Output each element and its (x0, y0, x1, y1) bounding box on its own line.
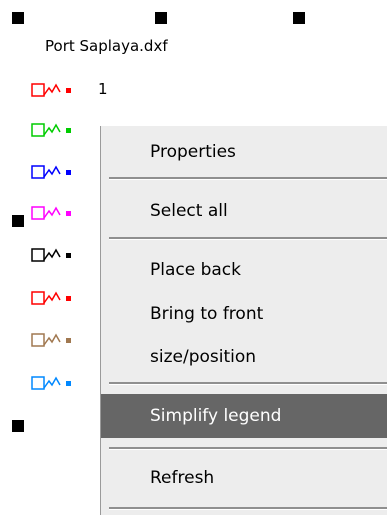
menu-separator (109, 177, 387, 180)
menu-item-place-back[interactable]: Place back (101, 251, 387, 289)
legend-symbol-icon (31, 376, 71, 390)
legend-entry-symbol (31, 245, 83, 265)
legend-symbol-icon (31, 165, 71, 179)
selection-handle-icon[interactable] (12, 420, 24, 432)
menu-separator (109, 237, 387, 240)
legend-title: Port Saplaya.dxf (45, 37, 168, 55)
legend-symbol-icon (31, 206, 71, 220)
context-menu: Properties Select all Place back Bring t… (100, 126, 387, 515)
legend-entry-symbol (31, 203, 83, 223)
selection-handle-icon[interactable] (12, 215, 24, 227)
legend-entry-label: 1 (98, 80, 108, 98)
legend-symbol-icon (31, 291, 71, 305)
legend-symbol-icon (31, 248, 71, 262)
legend-entry-symbol (31, 120, 83, 140)
legend-entry-symbol (31, 373, 83, 393)
menu-separator (109, 382, 387, 385)
menu-item-select-all[interactable]: Select all (101, 192, 387, 230)
menu-separator (109, 507, 387, 510)
menu-item-bring-to-front[interactable]: Bring to front (101, 295, 387, 333)
legend-symbol-icon (31, 333, 71, 347)
selection-handle-icon[interactable] (12, 12, 24, 24)
menu-item-size-position[interactable]: size/position (101, 338, 387, 376)
legend-entry-symbol (31, 80, 83, 100)
legend-entry-symbol (31, 330, 83, 350)
menu-separator (109, 447, 387, 450)
legend-entry-symbol (31, 288, 83, 308)
legend-entry-symbol (31, 162, 83, 182)
selection-handle-icon[interactable] (155, 12, 167, 24)
menu-item-refresh[interactable]: Refresh (101, 459, 387, 497)
menu-item-properties[interactable]: Properties (101, 133, 387, 171)
legend-symbol-icon (31, 83, 71, 97)
selection-handle-icon[interactable] (293, 12, 305, 24)
menu-item-simplify-legend[interactable]: Simplify legend (101, 394, 387, 438)
legend-symbol-icon (31, 123, 71, 137)
